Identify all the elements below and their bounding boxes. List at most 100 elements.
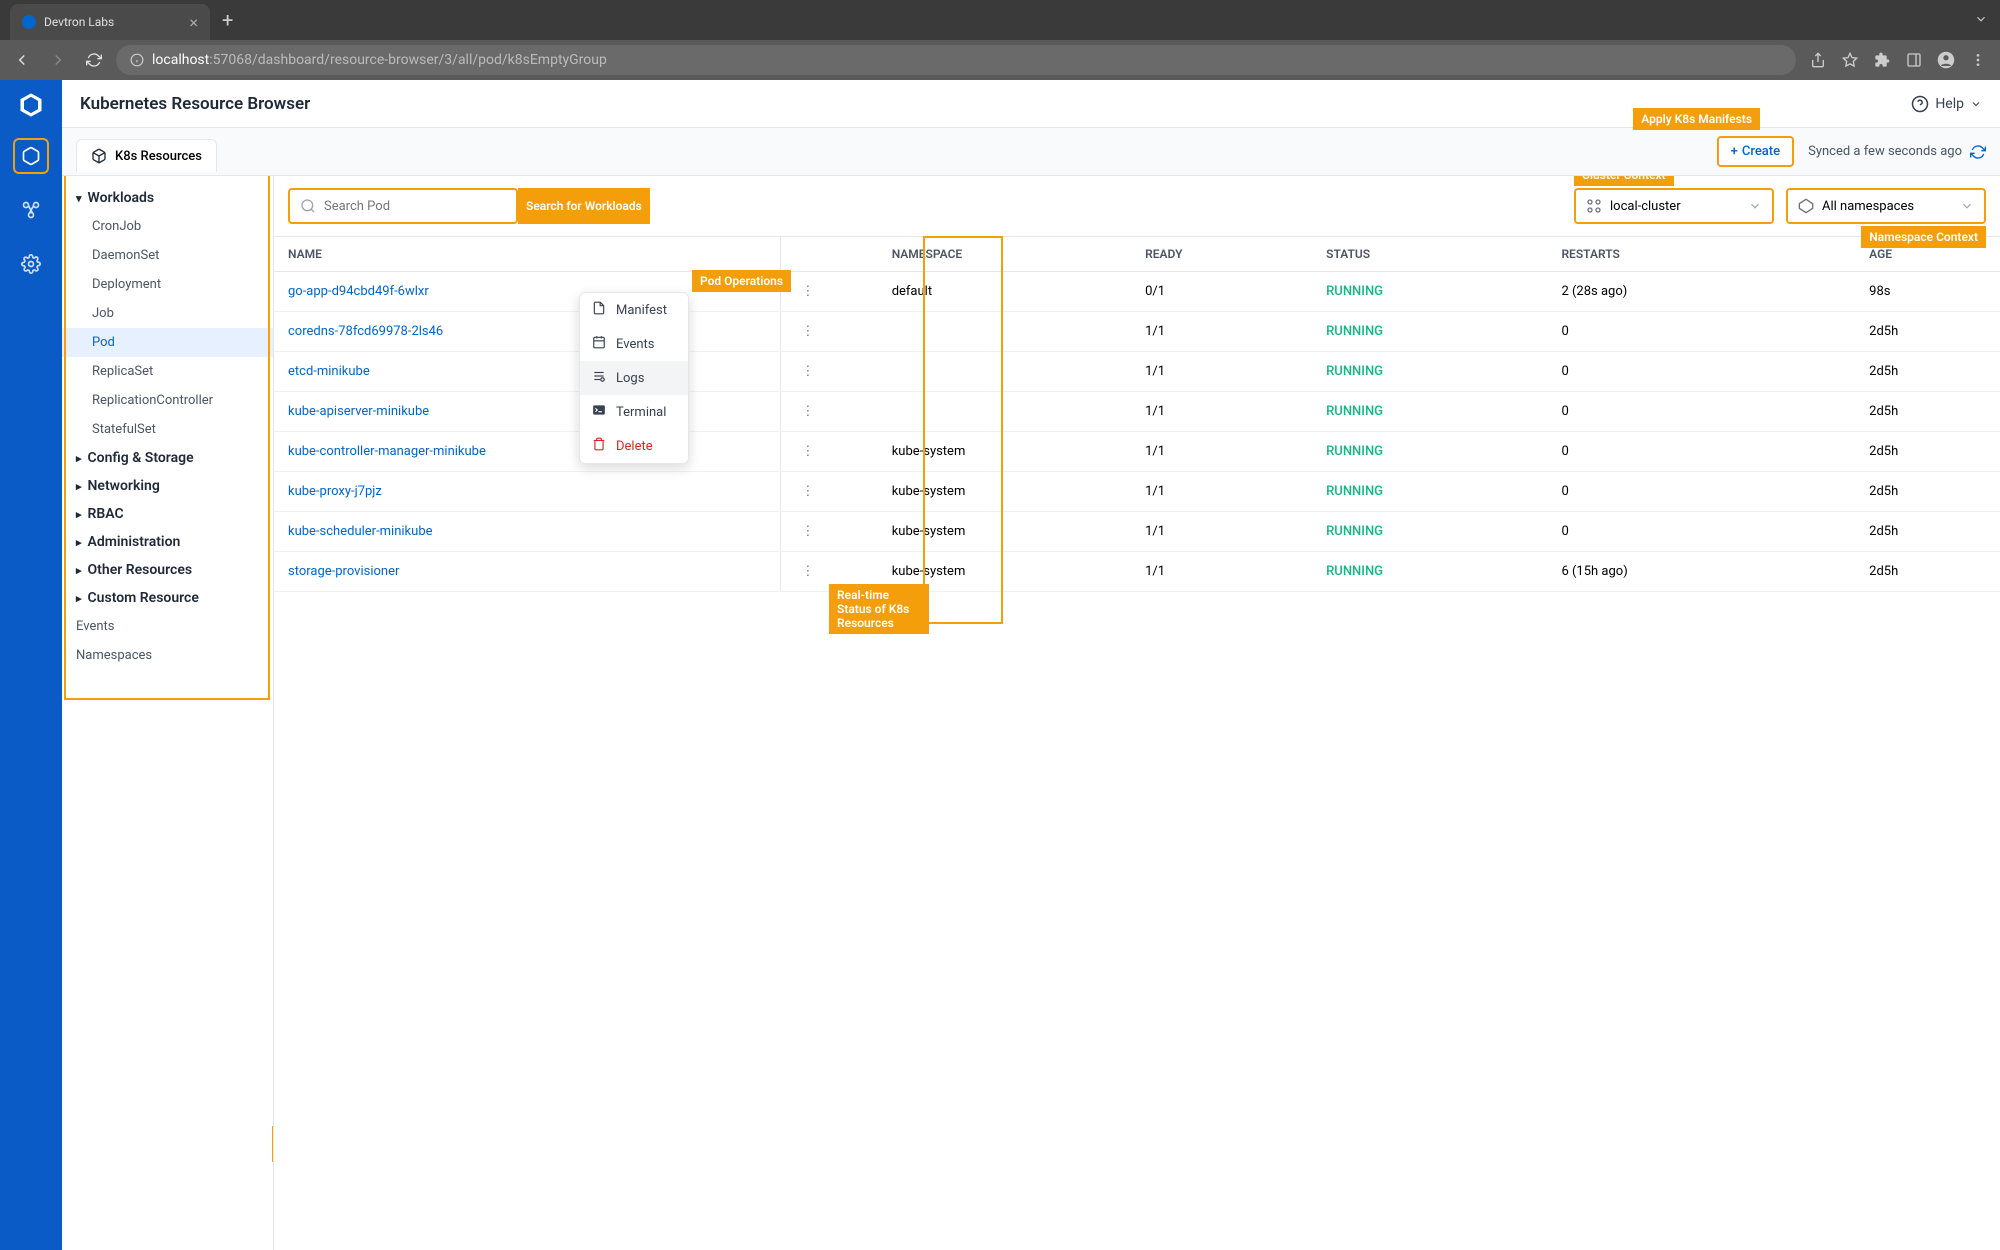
row-more-button[interactable]: ⋮ xyxy=(795,404,820,419)
table-row: etcd-minikube ⋮ 1/1 RUNNING 0 2d5h xyxy=(274,352,2000,392)
pod-name-link[interactable]: kube-apiserver-minikube xyxy=(288,404,429,419)
pod-name-link[interactable]: storage-provisioner xyxy=(288,564,399,579)
menu-item-manifest[interactable]: Manifest xyxy=(580,293,688,327)
menu-item-label: Manifest xyxy=(616,303,667,318)
chevron-icon: ▸ xyxy=(76,592,82,605)
sidebar-item[interactable]: Job xyxy=(62,299,273,328)
cell-status: RUNNING xyxy=(1326,404,1383,419)
share-icon[interactable] xyxy=(1804,46,1832,74)
tab-favicon xyxy=(22,15,36,29)
pod-name-link[interactable]: kube-scheduler-minikube xyxy=(288,524,433,539)
row-more-button[interactable]: ⋮ xyxy=(795,484,820,499)
sidebar-item[interactable]: ReplicationController xyxy=(62,386,273,415)
pod-name-link[interactable]: etcd-minikube xyxy=(288,364,370,379)
star-icon[interactable] xyxy=(1836,46,1864,74)
cell-status: RUNNING xyxy=(1326,444,1383,459)
sidebar-group[interactable]: ▾Workloads xyxy=(62,184,273,212)
cell-restarts: 2 (28s ago) xyxy=(1547,272,1855,312)
cell-status: RUNNING xyxy=(1326,324,1383,339)
nav-settings[interactable] xyxy=(13,246,49,282)
search-input[interactable] xyxy=(324,199,506,214)
cell-namespace xyxy=(878,392,1131,432)
sidebar-item[interactable]: Namespaces xyxy=(62,641,273,670)
app-logo[interactable] xyxy=(16,90,46,120)
cell-age: 2d5h xyxy=(1855,352,2000,392)
sidebar-item[interactable]: Deployment xyxy=(62,270,273,299)
sidebar-item[interactable]: StatefulSet xyxy=(62,415,273,444)
sidebar-item[interactable]: ReplicaSet xyxy=(62,357,273,386)
pod-name-link[interactable]: kube-proxy-j7pjz xyxy=(288,484,382,499)
table-row: go-app-d94cbd49f-6wlxr ⋮ default 0/1 RUN… xyxy=(274,272,2000,312)
cell-ready: 1/1 xyxy=(1131,512,1312,552)
cell-restarts: 6 (15h ago) xyxy=(1547,552,1855,592)
menu-icon[interactable] xyxy=(1964,46,1992,74)
cluster-dropdown[interactable]: local-cluster xyxy=(1574,188,1774,224)
annotation-cluster: Cluster Context xyxy=(1574,176,1674,186)
row-more-button[interactable]: ⋮ xyxy=(795,324,820,339)
row-more-button[interactable]: ⋮ xyxy=(795,524,820,539)
row-more-button[interactable]: ⋮ xyxy=(795,284,820,299)
close-tab-icon[interactable]: × xyxy=(189,13,198,32)
forward-button[interactable] xyxy=(44,46,72,74)
cell-namespace: kube-system xyxy=(878,512,1131,552)
url-input[interactable]: localhost:57068/dashboard/resource-brows… xyxy=(116,45,1796,75)
profile-icon[interactable] xyxy=(1932,46,1960,74)
tab-k8s-resources[interactable]: K8s Resources xyxy=(76,139,217,172)
chevron-icon: ▸ xyxy=(76,508,82,521)
chevron-icon: ▸ xyxy=(76,564,82,577)
create-button[interactable]: + Create xyxy=(1717,136,1794,167)
row-more-button[interactable]: ⋮ xyxy=(795,564,820,579)
cell-status: RUNNING xyxy=(1326,524,1383,539)
pod-name-link[interactable]: go-app-d94cbd49f-6wlxr xyxy=(288,284,429,299)
panel-icon[interactable] xyxy=(1900,46,1928,74)
main-content: Search for Workloads Cluster Context loc… xyxy=(274,176,2000,1250)
sidebar-group[interactable]: ▸RBAC xyxy=(62,500,273,528)
info-icon xyxy=(130,53,144,67)
sidebar-group[interactable]: ▸Config & Storage xyxy=(62,444,273,472)
help-button[interactable]: Help xyxy=(1911,95,1982,113)
nav-apps[interactable] xyxy=(13,192,49,228)
browser-tab[interactable]: Devtron Labs × xyxy=(10,4,210,40)
sidebar-item[interactable]: DaemonSet xyxy=(62,241,273,270)
sidebar-item[interactable]: Pod xyxy=(62,328,273,357)
search-input-wrapper xyxy=(288,188,518,224)
sidebar-item[interactable]: CronJob xyxy=(62,212,273,241)
pod-name-link[interactable]: kube-controller-manager-minikube xyxy=(288,444,486,459)
row-more-button[interactable]: ⋮ xyxy=(795,444,820,459)
cell-restarts: 0 xyxy=(1547,512,1855,552)
cell-age: 2d5h xyxy=(1855,552,2000,592)
reload-button[interactable] xyxy=(80,46,108,74)
extensions-icon[interactable] xyxy=(1868,46,1896,74)
chevron-down-icon xyxy=(1960,199,1974,213)
cell-namespace: kube-system xyxy=(878,472,1131,512)
nav-resource-browser[interactable] xyxy=(13,138,49,174)
page-header: Kubernetes Resource Browser Help xyxy=(62,80,2000,128)
sidebar-group-label: Other Resources xyxy=(88,562,193,578)
refresh-icon[interactable] xyxy=(1970,144,1986,160)
url-path: :57068/dashboard/resource-browser/3/all/… xyxy=(209,52,607,68)
sidebar-group[interactable]: ▸Custom Resource xyxy=(62,584,273,612)
terminal-icon xyxy=(592,403,606,421)
new-tab-button[interactable]: + xyxy=(222,8,233,32)
k8s-tab-label: K8s Resources xyxy=(115,149,202,164)
sidebar-group[interactable]: ▸Networking xyxy=(62,472,273,500)
pod-name-link[interactable]: coredns-78fcd69978-2ls46 xyxy=(288,324,443,339)
namespace-dropdown[interactable]: All namespaces xyxy=(1786,188,1986,224)
menu-item-events[interactable]: Events xyxy=(580,327,688,361)
sidebar-group[interactable]: ▸Administration xyxy=(62,528,273,556)
menu-item-terminal[interactable]: Terminal xyxy=(580,395,688,429)
cell-ready: 1/1 xyxy=(1131,392,1312,432)
table-row: coredns-78fcd69978-2ls46 ⋮ 1/1 RUNNING 0… xyxy=(274,312,2000,352)
back-button[interactable] xyxy=(8,46,36,74)
menu-item-logs[interactable]: Logs xyxy=(580,361,688,395)
sidebar-item[interactable]: Events xyxy=(62,612,273,641)
sidebar-group[interactable]: ▸ Other Resources xyxy=(62,556,273,584)
menu-item-label: Delete xyxy=(616,439,653,454)
chevron-down-icon[interactable] xyxy=(1974,11,1988,30)
address-bar: localhost:57068/dashboard/resource-brows… xyxy=(0,40,2000,80)
sidebar-group-label: Workloads xyxy=(88,190,155,206)
row-more-button[interactable]: ⋮ xyxy=(795,364,820,379)
table-header: STATUS xyxy=(1312,237,1547,272)
menu-item-delete[interactable]: Delete xyxy=(580,429,688,463)
synced-text: Synced a few seconds ago xyxy=(1808,144,1962,159)
